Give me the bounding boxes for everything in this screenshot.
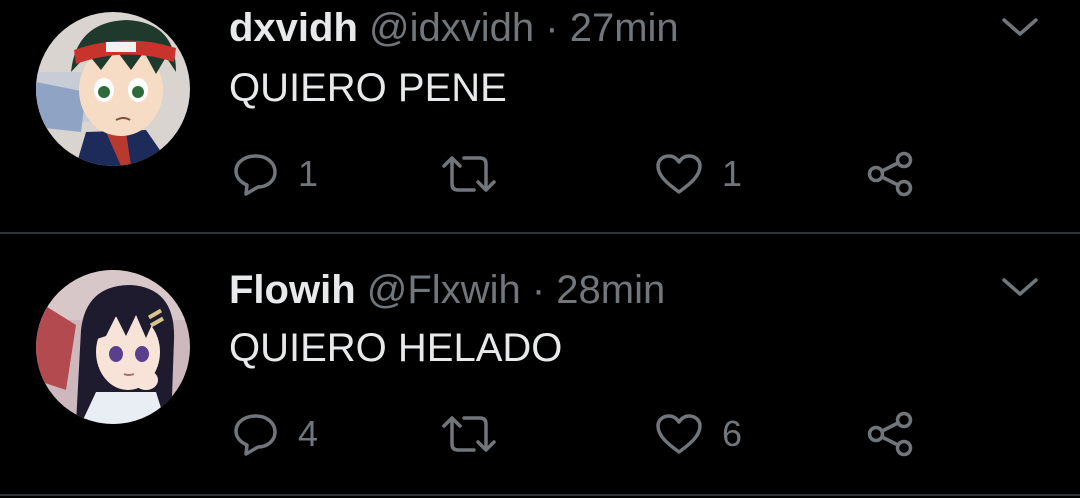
avatar[interactable]: [36, 12, 190, 166]
tweet-text: QUIERO PENE: [229, 66, 507, 110]
anime-boy-avatar-icon: [36, 12, 190, 166]
reply-count: 1: [298, 153, 319, 194]
chevron-down-icon[interactable]: [998, 12, 1042, 44]
reply-button[interactable]: 4: [232, 404, 318, 464]
timestamp[interactable]: 28min: [556, 268, 665, 312]
heart-icon: [656, 154, 702, 194]
divider: [0, 494, 1080, 496]
separator: ·: [545, 6, 559, 50]
display-name[interactable]: Flowih: [229, 268, 356, 312]
share-icon: [867, 411, 913, 457]
retweet-button[interactable]: [440, 144, 516, 204]
avatar[interactable]: [36, 270, 190, 424]
retweet-icon: [442, 416, 496, 452]
tweet[interactable]: Flowih @Flxwih · 28min QUIERO HELADO 4 6: [0, 234, 1080, 466]
share-button[interactable]: [866, 144, 916, 204]
tweet-header: dxvidh @idxvidh · 27min: [229, 4, 679, 52]
retweet-button[interactable]: [440, 404, 516, 464]
handle[interactable]: @idxvidh: [369, 6, 534, 50]
reply-icon: [234, 414, 277, 456]
share-button[interactable]: [866, 404, 916, 464]
heart-icon: [656, 414, 702, 454]
reply-button[interactable]: 1: [232, 144, 318, 204]
share-icon: [867, 151, 913, 197]
reply-count: 4: [298, 413, 319, 454]
separator: ·: [531, 268, 546, 312]
like-button[interactable]: 6: [654, 404, 742, 464]
tweet[interactable]: dxvidh @idxvidh · 27min QUIERO PENE 1 1: [0, 0, 1080, 232]
timestamp[interactable]: 27min: [570, 6, 679, 50]
tweet-header: Flowih @Flxwih · 28min: [229, 266, 665, 314]
like-count: 6: [722, 413, 743, 454]
retweet-icon: [442, 156, 496, 192]
anime-girl-avatar-icon: [36, 270, 190, 424]
like-button[interactable]: 1: [654, 144, 742, 204]
chevron-down-icon[interactable]: [998, 272, 1042, 304]
reply-icon: [234, 154, 277, 196]
like-count: 1: [722, 153, 743, 194]
tweet-actions: 1 1: [0, 144, 1080, 204]
tweet-actions: 4 6: [0, 404, 1080, 464]
tweet-text: QUIERO HELADO: [229, 326, 563, 370]
handle[interactable]: @Flxwih: [367, 268, 521, 312]
display-name[interactable]: dxvidh: [229, 6, 358, 50]
